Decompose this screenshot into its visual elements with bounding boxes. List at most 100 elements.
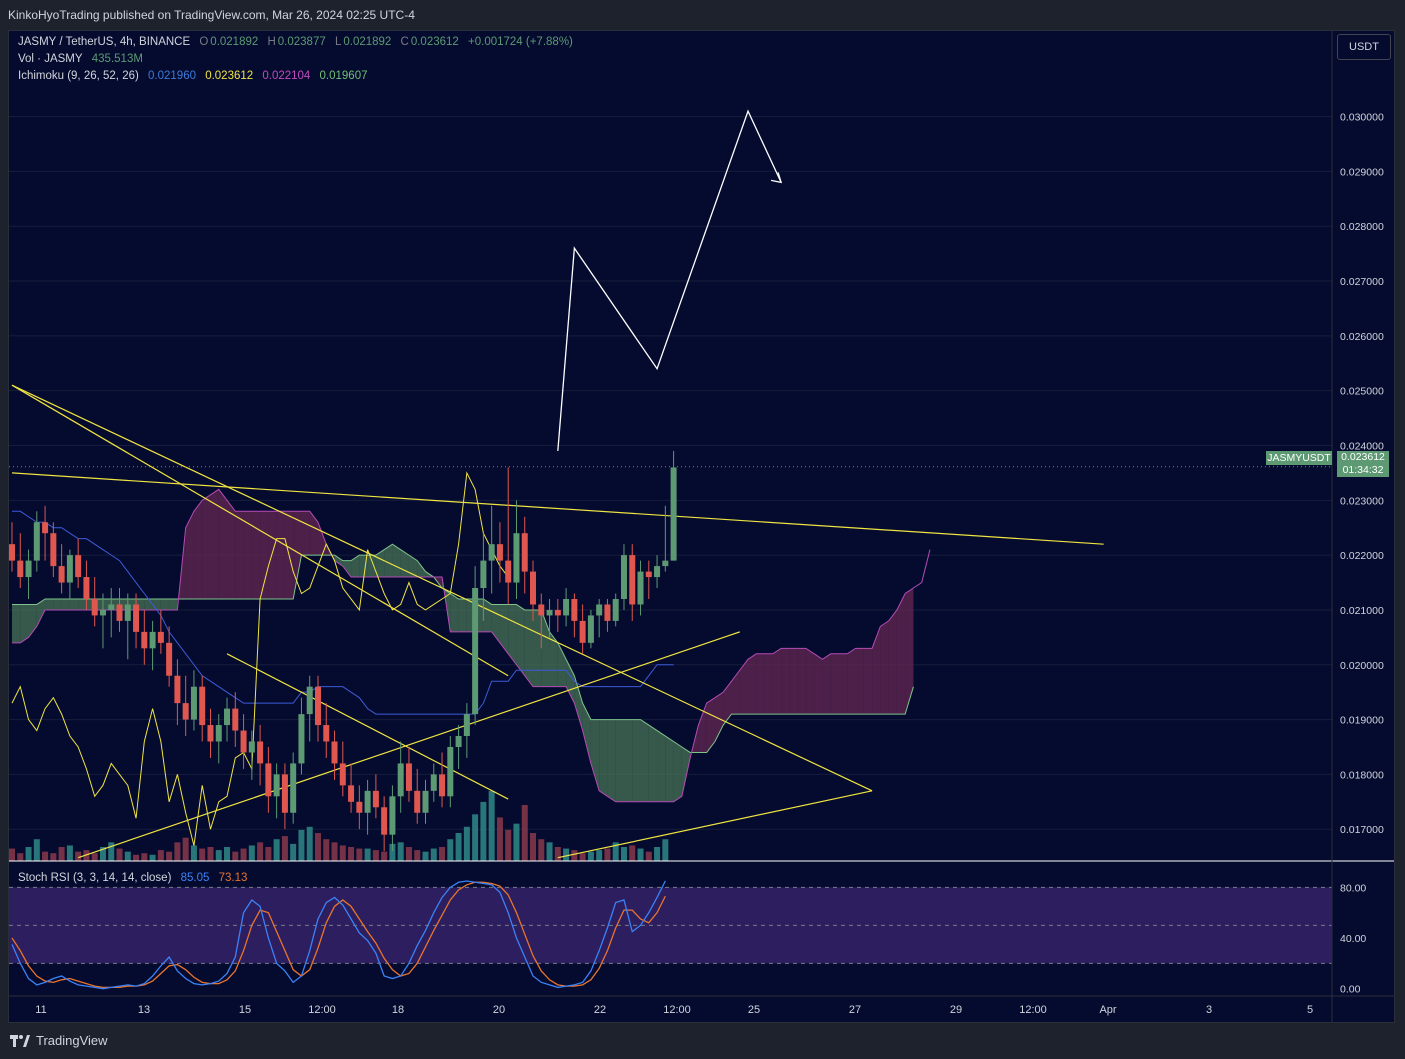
price-tick-label: 0.028000 [1340,221,1384,233]
price-tick-label: 0.020000 [1340,660,1384,672]
candle-body [546,609,553,616]
candle-body [124,604,131,621]
currency-button[interactable]: USDT [1337,34,1391,60]
volume-bar [637,848,644,861]
ichimoku-cloud-segment [533,609,542,687]
close-value: 0.023612 [410,36,459,48]
ichimoku-legend: Ichimoku (9, 26, 52, 26) 0.021960 0.0236… [18,70,374,82]
candle-body [538,604,545,616]
ichimoku-label[interactable]: Ichimoku (9, 26, 52, 26) [18,70,139,82]
time-tick-label: 27 [849,1004,861,1016]
price-tick-label: 0.030000 [1340,112,1384,124]
ichimoku-cloud-segment [822,653,831,715]
volume-bar [587,851,594,861]
volume-bar [571,850,578,861]
time-tick-label: 12:00 [663,1004,691,1016]
volume-bar [281,836,288,861]
ichimoku-cloud-segment [12,604,21,643]
candle-body [596,604,603,616]
volume-bar [199,848,206,861]
volume-bar [654,847,661,861]
volume-bar [298,829,305,861]
volume-bar [331,842,338,861]
price-tick-label: 0.018000 [1340,769,1384,781]
volume-bar [182,837,189,861]
volume-bar [17,853,24,861]
stoch-k-value: 85.05 [180,872,210,884]
volume-bar [9,848,15,861]
candle-body [463,714,470,737]
volume-bar [42,851,49,861]
ichimoku-cloud-segment [640,719,649,802]
volume-bar [554,847,561,861]
candle-body [397,763,404,797]
candle-body [455,736,462,747]
volume-bar [422,851,429,861]
volume-bar [596,850,603,861]
ichimoku-cloud-segment [20,604,29,643]
candle-body [75,555,82,578]
ichimoku-cloud-segment [45,598,54,610]
ichimoku-cloud-segment [772,648,782,715]
time-tick-label: 12:00 [1019,1004,1047,1016]
ichimoku-cloud-segment [632,719,641,802]
candle-body [141,631,148,649]
candle-body [108,604,115,610]
candle-body [17,560,24,578]
stoch-tick-label: 40.00 [1340,933,1366,945]
ichimoku-cloud-segment [458,598,467,632]
candle-body [224,708,231,726]
price-chart[interactable]: 0.030000 0.029000 0.028000 0.027000 0.026000… [0,0,1405,1059]
candle-body [389,796,396,835]
candle-body [281,774,288,813]
candle-body [190,686,197,720]
ichimoku-cloud-segment [235,511,244,599]
ichimoku-cloud-segment [69,598,79,610]
volume-bar [66,845,73,861]
symbol-name[interactable]: JASMY / TetherUS, 4h, BINANCE [18,36,190,48]
ichimoku-span-b-value: 0.022104 [262,70,311,82]
volume-bar [455,833,462,861]
candle-body [149,631,156,649]
volume-label[interactable]: Vol · JASMY [18,53,83,65]
candle-body [604,604,611,621]
ichimoku-cloud-segment [756,653,765,715]
candle-body [66,555,73,583]
time-tick-label: 25 [748,1004,760,1016]
stoch-label[interactable]: Stoch RSI (3, 3, 14, 14, close) [18,872,171,884]
time-tick-label: 22 [594,1004,606,1016]
volume-bar [248,845,255,861]
ichimoku-cloud-segment [293,511,302,599]
volume-bar [116,848,123,861]
volume-bar [364,848,371,861]
tradingview-logo[interactable]: TradingView [10,1033,108,1048]
candle-body [405,763,412,791]
candle-body [83,577,90,599]
ichimoku-cloud-segment [706,697,715,753]
candle-body [348,785,355,802]
ichimoku-cloud-segment [896,593,906,715]
ichimoku-cloud-segment [268,511,277,599]
change-value: +0.001724 (+7.88%) [468,36,573,48]
volume-bar [538,839,545,861]
volume-bar [513,823,520,861]
time-tick-label: 18 [392,1004,404,1016]
ichimoku-cloud-segment [557,642,567,687]
candle-body [42,522,49,534]
ichimoku-cloud-segment [566,659,575,704]
candle-body [157,631,164,643]
ichimoku-cloud-segment [160,598,170,610]
volume-bar [546,842,553,861]
candle-body [33,522,40,561]
volume-bar [472,814,479,861]
candle-body [356,801,363,813]
ichimoku-cloud-segment [78,598,87,610]
ichimoku-cloud-segment [797,648,806,715]
time-tick-label: 15 [239,1004,251,1016]
trendline [11,472,1104,545]
ichimoku-cloud-segment [152,598,161,610]
ichimoku-cloud-segment [657,730,666,802]
volume-bar [645,851,652,861]
volume-legend: Vol · JASMY 435.513M [18,53,149,65]
candle-body [298,714,305,764]
